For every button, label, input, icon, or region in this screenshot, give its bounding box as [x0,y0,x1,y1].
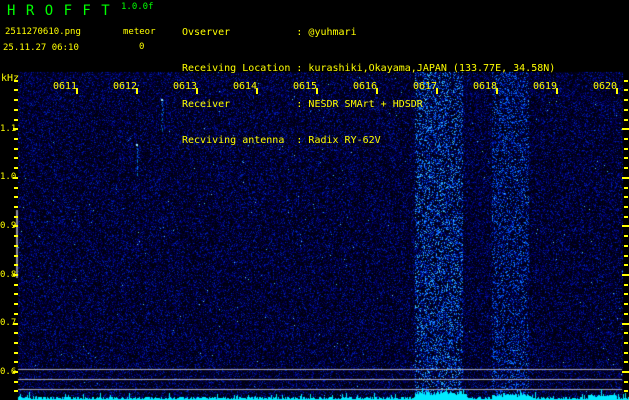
time-label: 0618 [472,81,498,92]
freq-tick-left [14,167,18,170]
info-line-location: Receiving Location : kurashiki,Okayama,J… [182,63,556,74]
freq-tick-left [13,322,18,325]
freq-tick-left [14,293,18,296]
time-tick [316,88,318,94]
freq-tick-left [14,244,18,247]
time-tick [556,88,558,94]
freq-tick-left [13,225,18,228]
freq-tick-right [624,283,628,286]
freq-tick-left [14,99,18,102]
freq-tick-left [14,196,18,199]
info-line-observer: Ovserver : @yuhmari [182,27,357,38]
freq-tick-left [14,108,18,111]
info-line-antenna: Recviving antenna : Radix RY-62V [182,135,381,146]
freq-tick-left [14,215,18,218]
freq-tick-right [624,99,628,102]
meteor-count-value: 0 [139,42,145,52]
freq-tick-right [624,157,628,160]
freq-tick-right [624,332,628,335]
time-label: 0611 [52,81,78,92]
freq-tick-right [622,128,629,131]
freq-tick-right [624,167,628,170]
freq-tick-right [624,390,628,393]
freq-tick-left [14,138,18,140]
time-tick [616,88,618,94]
freq-tick-left [14,118,18,121]
time-label: 0612 [112,81,138,92]
freq-tick-right [624,361,628,364]
info-line-receiver: Receiver : NESDR SMArt + HDSDR [182,99,423,110]
time-label: 0614 [232,81,258,92]
freq-tick-left [14,147,18,150]
freq-tick-left [14,89,18,92]
freq-tick-left [14,390,18,393]
time-label: 0620 [592,81,618,92]
freq-tick-right [624,186,628,189]
freq-tick-right [624,147,628,150]
app-title: H R O F F T [7,3,111,19]
freq-tick-right [624,215,628,218]
freq-tick-right [624,108,628,111]
freq-tick-left [14,303,18,306]
freq-tick-right [624,380,628,383]
freq-tick-left [13,176,18,179]
meteor-count-label: meteor [123,27,156,37]
freq-tick-left [14,332,18,335]
freq-tick-left [14,264,18,267]
freq-tick-left [14,351,18,354]
time-label: 0617 [412,81,438,92]
freq-tick-right [624,79,628,82]
time-label: 0613 [172,81,198,92]
time-tick [496,88,498,94]
freq-tick-right [624,303,628,306]
freq-tick-right [624,341,628,344]
freq-tick-left [14,205,18,208]
freq-tick-right [622,176,629,179]
freq-tick-left [13,371,18,374]
freq-tick-left [14,312,18,315]
time-tick [376,88,378,94]
freq-tick-right [624,205,628,208]
freq-tick-right [624,235,628,238]
freq-tick-left [13,128,18,131]
hrofft-screen: H R O F F T 1.0.0f 2511270610.png meteor… [0,0,629,400]
time-tick [136,88,138,94]
freq-tick-left [14,341,18,344]
freq-tick-left [14,361,18,364]
freq-tick-left [14,235,18,238]
freq-tick-left [14,157,18,160]
freq-tick-right [624,244,628,247]
time-tick [196,88,198,94]
time-tick [436,88,438,94]
freq-tick-right [624,293,628,296]
observation-datetime: 25.11.27 06:10 [3,43,79,53]
freq-tick-right [624,254,628,257]
time-tick [76,88,78,94]
time-tick [256,88,258,94]
freq-tick-left [13,273,18,276]
freq-tick-right [622,371,629,374]
freq-tick-left [14,254,18,257]
time-label: 0615 [292,81,318,92]
output-filename: 2511270610.png [5,27,81,37]
time-label: 0616 [352,81,378,92]
freq-tick-left [14,380,18,383]
freq-axis-unit-label: kHz [1,73,20,84]
freq-tick-left [14,186,18,189]
freq-tick-left [14,79,18,82]
time-label: 0619 [532,81,558,92]
app-version: 1.0.0f [121,2,154,12]
freq-tick-right [624,264,628,267]
freq-tick-right [622,225,629,228]
freq-tick-left [14,283,18,286]
freq-tick-right [624,196,628,199]
freq-tick-right [624,138,628,140]
freq-tick-right [624,118,628,121]
freq-tick-right [624,312,628,315]
freq-tick-right [622,273,629,276]
freq-tick-right [624,351,628,354]
freq-tick-right [624,89,628,92]
freq-tick-right [622,322,629,325]
